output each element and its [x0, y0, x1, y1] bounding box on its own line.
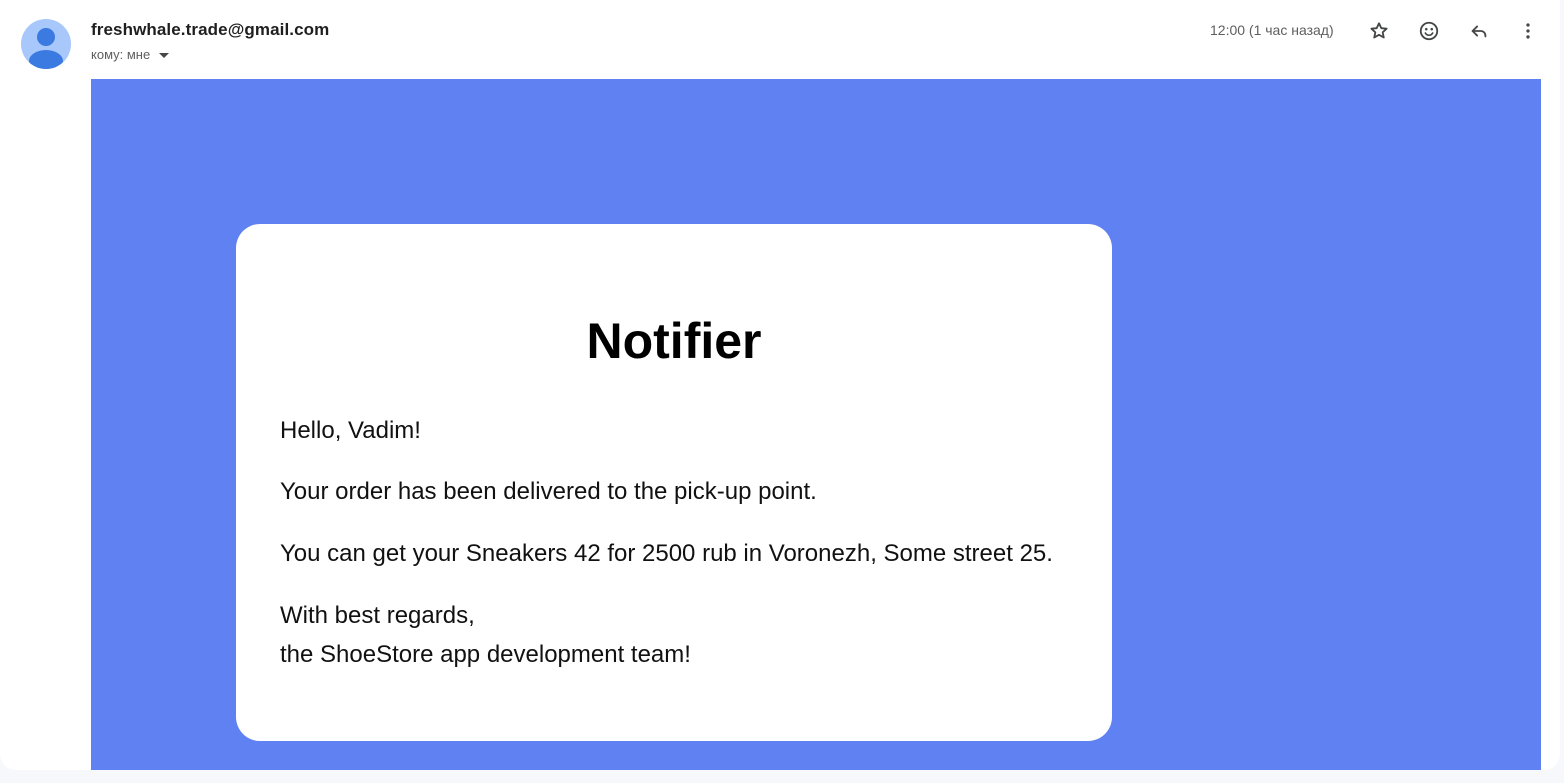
- chevron-down-icon[interactable]: [159, 53, 170, 58]
- more-vertical-icon: [1526, 23, 1530, 39]
- reply-icon: [1471, 25, 1487, 38]
- order-status-text: Your order has been delivered to the pic…: [280, 478, 817, 505]
- add-reaction-button[interactable]: [1414, 16, 1444, 46]
- notification-card: Notifier Hello, Vadim! Your order has be…: [236, 224, 1112, 741]
- greeting-text: Hello, Vadim!: [280, 417, 421, 444]
- signature-text: the ShoeStore app development team!: [280, 641, 691, 668]
- message-panel: freshwhale.trade@gmail.com кому: мне 12:…: [0, 0, 1560, 770]
- sender-avatar[interactable]: [21, 19, 71, 69]
- sender-address[interactable]: freshwhale.trade@gmail.com: [91, 20, 329, 40]
- regards-text: With best regards,: [280, 602, 475, 629]
- email-body: Notifier Hello, Vadim! Your order has be…: [91, 79, 1541, 770]
- recipient-details[interactable]: кому: мне: [91, 47, 170, 62]
- emoji-smile-icon: [1419, 21, 1439, 41]
- pickup-details-text: You can get your Sneakers 42 for 2500 ru…: [280, 540, 1053, 567]
- person-icon: [29, 28, 63, 69]
- more-options-button[interactable]: [1513, 16, 1543, 46]
- message-time: 12:00 (1 час назад): [1210, 22, 1334, 38]
- star-outline-icon: [1370, 22, 1388, 39]
- recipient-label: кому: мне: [91, 47, 151, 62]
- reply-button[interactable]: [1464, 16, 1494, 46]
- star-button[interactable]: [1364, 16, 1394, 46]
- card-title: Notifier: [586, 313, 762, 369]
